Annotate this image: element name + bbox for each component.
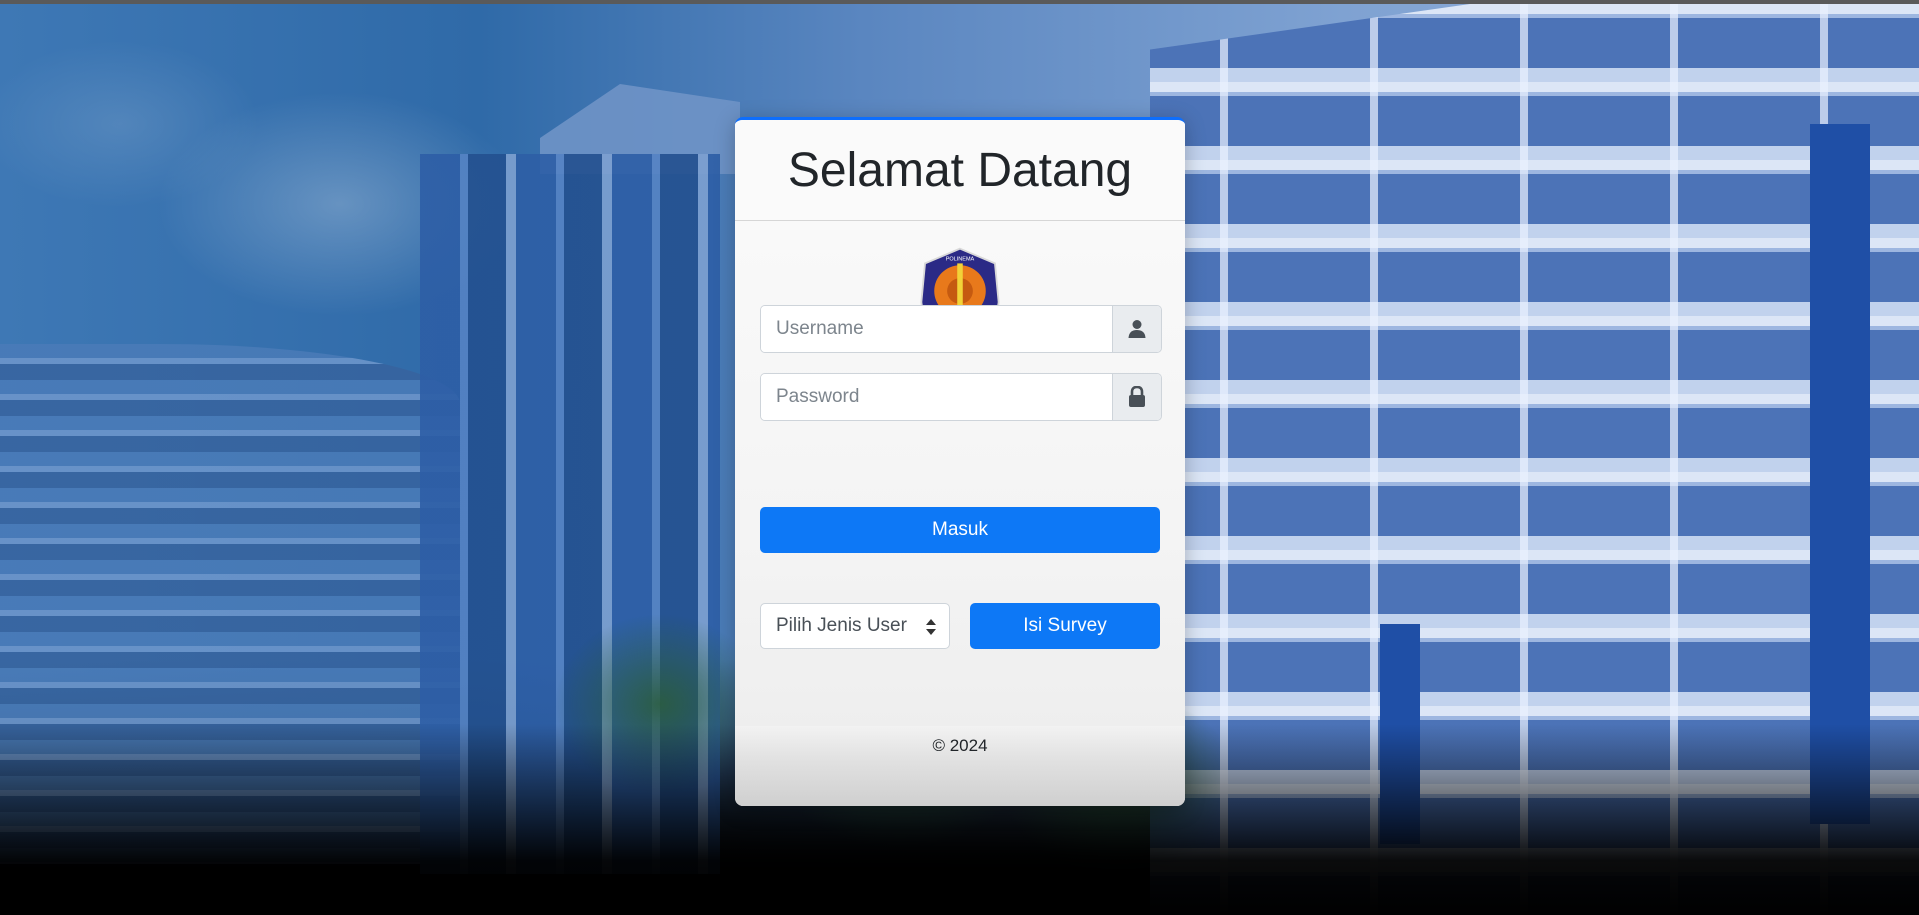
survey-button[interactable]: Isi Survey [970,603,1160,649]
username-group [760,305,1162,353]
select-arrows-icon [926,619,936,635]
copyright-text: © 2024 [932,736,988,755]
user-type-select-value: Pilih Jenis User [776,615,907,636]
password-group [760,373,1162,421]
username-addon [1112,306,1161,352]
card-header: Selamat Datang [735,120,1185,221]
svg-text:POLINEMA: POLINEMA [946,257,975,263]
building-pillar [1810,124,1870,824]
user-icon [1128,320,1146,338]
password-input[interactable] [761,374,1112,420]
login-button[interactable]: Masuk [760,507,1160,553]
username-input[interactable] [761,306,1112,352]
lock-icon [1129,386,1145,407]
login-card: Selamat Datang POLINEMA Masu [735,117,1185,806]
welcome-title: Selamat Datang [787,143,1133,197]
user-type-select[interactable]: Pilih Jenis User [760,603,950,649]
password-addon [1112,374,1161,420]
